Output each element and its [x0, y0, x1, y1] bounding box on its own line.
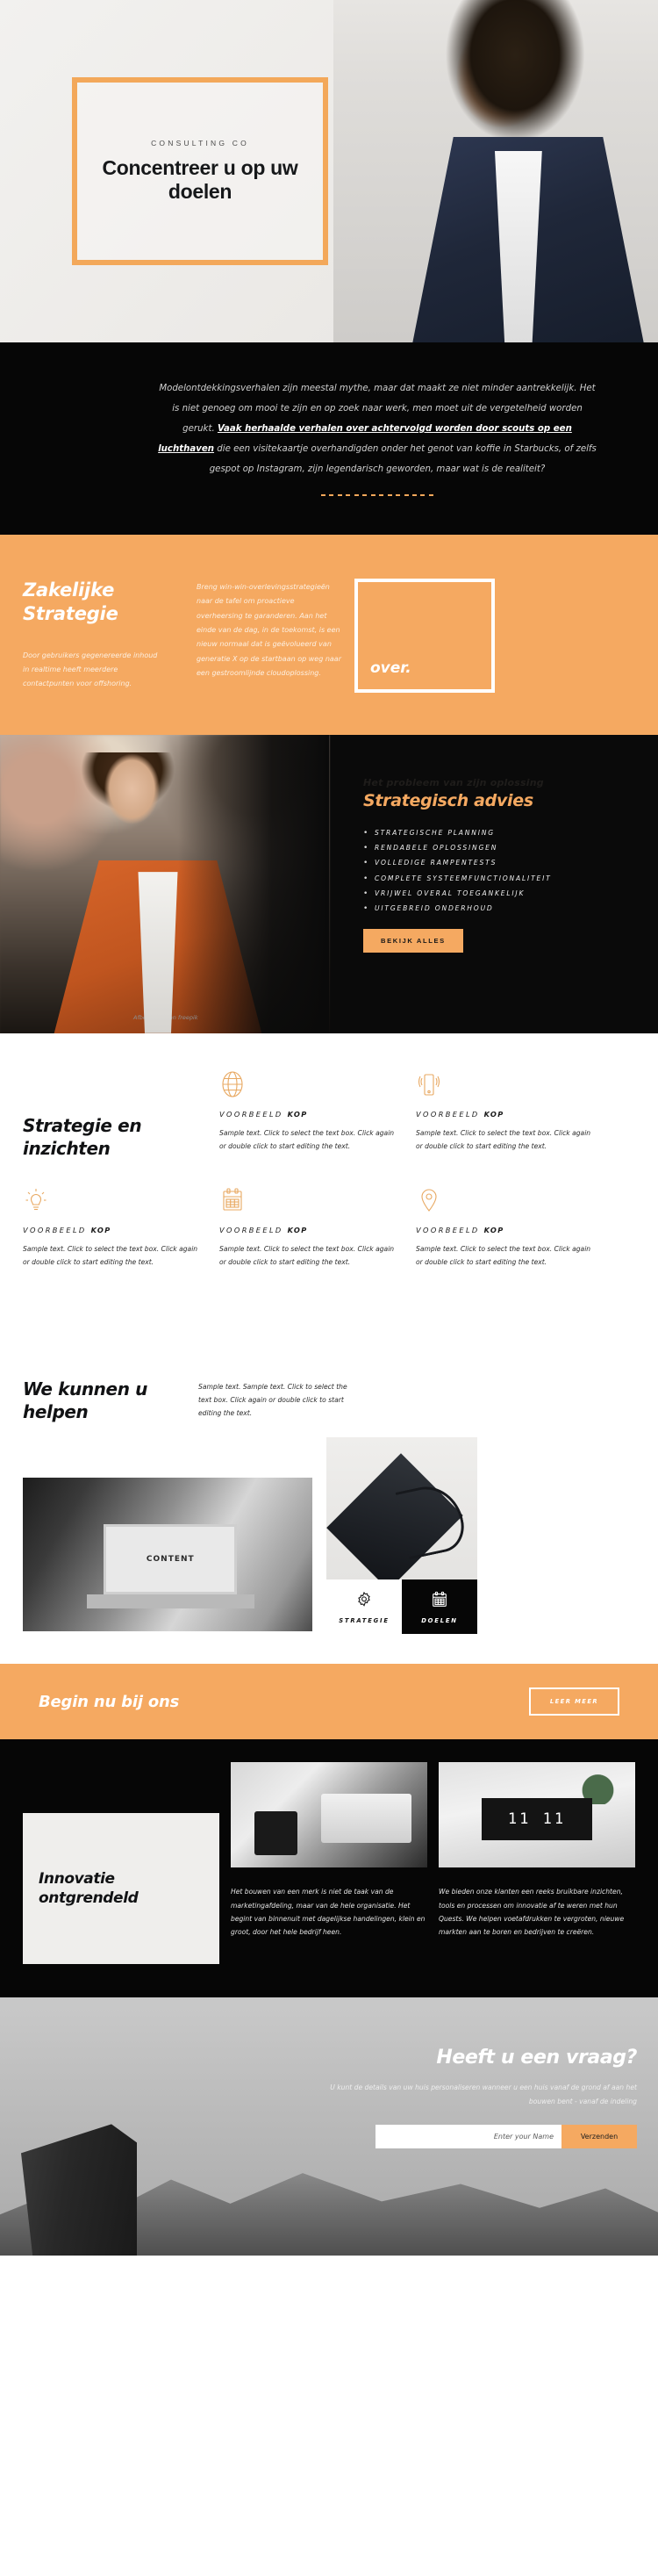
features-section: Strategie en inzichten VOORBEELD KOP Sam… [0, 1033, 658, 1326]
clock-number: 11 11 [482, 1798, 592, 1841]
feature-text: Sample text. Click to select the text bo… [416, 1244, 591, 1266]
building-graphic [21, 2124, 137, 2256]
bulb-icon [23, 1186, 219, 1216]
feature-text: Sample text. Click to select the text bo… [23, 1244, 198, 1266]
advice-photo [0, 734, 329, 1033]
contact-form: Verzenden [304, 2125, 637, 2149]
kop-light: VOORBEELD [219, 1225, 288, 1234]
quote-part2: die een visitekaartje overhandigden onde… [209, 443, 597, 474]
kop-bold: KOP [483, 1109, 504, 1119]
laptop-screen-label: CONTENT [146, 1555, 195, 1565]
feature-card: VOORBEELD KOP Sample text. Click to sele… [416, 1070, 612, 1160]
gear-icon [354, 1590, 374, 1617]
view-all-button[interactable]: BEKIJK ALLES [363, 928, 463, 953]
advice-heading: Strategisch advies [363, 790, 533, 810]
quote-text: Modelontdekkingsverhalen zijn meestal my… [158, 379, 597, 480]
list-item: COMPLETE SYSTEEMFUNCTIONALITEIT [363, 870, 632, 889]
calendar-icon [430, 1590, 449, 1617]
hero-section: CONSULTING CO Concentreer u op uw doelen [0, 0, 658, 342]
dash-divider [321, 493, 433, 496]
tile-label: STRATEGIE [339, 1616, 390, 1624]
desk-photo [231, 1762, 427, 1868]
innovation-text-2: We bieden onze klanten een reeks bruikba… [439, 1888, 625, 1936]
cta-heading: Begin nu bij ons [39, 1692, 180, 1711]
over-box: over. [354, 578, 495, 693]
list-item: UITGEBREID ONDERHOUD [363, 900, 632, 918]
clock-photo: 11 11 [439, 1762, 635, 1868]
kop-bold: KOP [287, 1109, 308, 1119]
submit-button[interactable]: Verzenden [561, 2125, 637, 2149]
learn-more-button[interactable]: LEER MEER [528, 1687, 619, 1716]
quote-section: Modelontdekkingsverhalen zijn meestal my… [0, 342, 658, 535]
tile-doelen[interactable]: DOELEN [402, 1579, 477, 1635]
kop-light: VOORBEELD [416, 1109, 484, 1119]
advice-section: Het probleem van zijn oplossing Strategi… [0, 734, 658, 1033]
strategy-right-column: over. [354, 573, 495, 693]
innovation-col-1: Innovatie ontgrendeld [23, 1762, 219, 1965]
tile-group: STRATEGIE DOELEN [326, 1579, 477, 1635]
mobile-icon [416, 1070, 612, 1100]
tag-photo [326, 1437, 477, 1580]
kop-bold: KOP [90, 1225, 111, 1234]
feature-kop: VOORBEELD KOP [416, 1226, 612, 1234]
cta-band: Begin nu bij ons LEER MEER [0, 1664, 658, 1740]
question-text: U kunt de details van uw huis personalis… [330, 2083, 637, 2106]
page-title: Concentreer u op uw doelen [102, 156, 298, 203]
question-section: Heeft u een vraag? U kunt de details van… [0, 1997, 658, 2256]
innovation-col-2: Het bouwen van een merk is niet de taak … [231, 1762, 427, 1964]
innovation-card: Innovatie ontgrendeld [23, 1813, 219, 1965]
feature-card: VOORBEELD KOP Sample text. Click to sele… [219, 1186, 416, 1270]
features-title-cell: Strategie en inzichten [23, 1070, 219, 1160]
features-heading: Strategie en inzichten [23, 1114, 142, 1159]
strategy-middle-column: Breng win-win-overlevingsstrategieën naa… [197, 573, 354, 693]
tile-strategie[interactable]: STRATEGIE [326, 1579, 402, 1635]
hero-photo [333, 0, 658, 342]
hero-eyebrow: CONSULTING CO [151, 139, 249, 148]
strategy-section: Zakelijke Strategie Door gebruikers gege… [0, 534, 658, 735]
strategy-subtext: Door gebruikers gegenereerde inhoud in r… [23, 651, 158, 687]
calendar-icon [219, 1186, 416, 1216]
feature-text: Sample text. Click to select the text bo… [219, 1244, 395, 1266]
feature-text: Sample text. Click to select the text bo… [219, 1128, 395, 1150]
kop-light: VOORBEELD [219, 1109, 288, 1119]
innovation-section: Innovatie ontgrendeld Het bouwen van een… [0, 1739, 658, 1998]
office-photo: CONTENT [23, 1478, 312, 1632]
question-heading: Heeft u een vraag? [436, 2047, 637, 2069]
landing-page: CONSULTING CO Concentreer u op uw doelen… [0, 0, 658, 2256]
innovation-col-3: 11 11 We bieden onze klanten een reeks b… [439, 1762, 635, 1964]
feature-card: VOORBEELD KOP Sample text. Click to sele… [416, 1186, 612, 1270]
list-item: VOLLEDIGE RAMPENTESTS [363, 854, 632, 873]
strategy-left-column: Zakelijke Strategie Door gebruikers gege… [23, 573, 197, 693]
kop-bold: KOP [483, 1225, 504, 1234]
feature-kop: VOORBEELD KOP [23, 1226, 219, 1234]
strategy-heading: Zakelijke Strategie [23, 579, 118, 624]
kop-light: VOORBEELD [23, 1225, 91, 1234]
kop-bold: KOP [287, 1225, 308, 1234]
innovation-text-1: Het bouwen van een merk is niet de taak … [231, 1888, 426, 1936]
feature-kop: VOORBEELD KOP [219, 1110, 416, 1119]
name-input[interactable] [375, 2125, 561, 2149]
feature-kop: VOORBEELD KOP [219, 1226, 416, 1234]
innovation-heading: Innovatie ontgrendeld [39, 1869, 139, 1908]
advice-list: STRATEGISCHE PLANNING RENDABELE OPLOSSIN… [363, 824, 632, 918]
quote-wrapper: Modelontdekkingsverhalen zijn meestal my… [158, 379, 597, 496]
list-item: STRATEGISCHE PLANNING [363, 824, 632, 843]
help-section: We kunnen u helpen Sample text. Sample t… [0, 1325, 658, 1665]
feature-card: VOORBEELD KOP Sample text. Click to sele… [23, 1186, 219, 1270]
feature-card: VOORBEELD KOP Sample text. Click to sele… [219, 1070, 416, 1160]
over-label: over. [370, 658, 411, 677]
list-item: VRIJWEL OVERAL TOEGANKELIJK [363, 885, 632, 903]
advice-ghost-text: Het probleem van zijn oplossing [363, 776, 544, 788]
globe-icon [219, 1070, 416, 1100]
list-item: RENDABELE OPLOSSINGEN [363, 839, 632, 858]
tile-label: DOELEN [421, 1616, 458, 1624]
kop-light: VOORBEELD [416, 1225, 484, 1234]
hero-card: CONSULTING CO Concentreer u op uw doelen [72, 77, 328, 265]
help-text: Sample text. Sample text. Click to selec… [198, 1383, 347, 1417]
feature-text: Sample text. Click to select the text bo… [416, 1128, 591, 1150]
feature-kop: VOORBEELD KOP [416, 1110, 612, 1119]
help-heading: We kunnen u helpen [23, 1378, 147, 1423]
strategy-body: Breng win-win-overlevingsstrategieën naa… [197, 582, 341, 678]
pin-icon [416, 1186, 612, 1216]
